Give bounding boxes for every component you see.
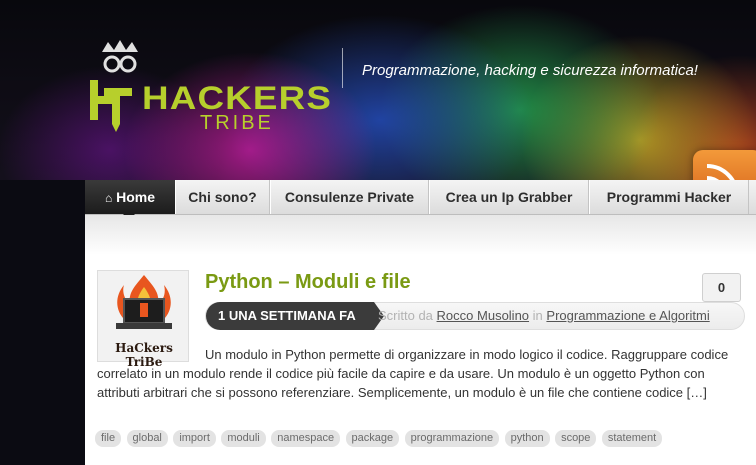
tag-file[interactable]: file xyxy=(95,430,122,447)
comment-count-badge[interactable]: 0 xyxy=(702,273,741,302)
tag-programmazione[interactable]: programmazione xyxy=(404,430,500,447)
site-logo[interactable]: HACKERS TRIBE xyxy=(88,40,331,134)
byline-prefix: Scritto da xyxy=(378,308,433,323)
byline-in: in xyxy=(532,308,543,323)
tag-python[interactable]: python xyxy=(504,430,550,447)
main-content: HaCkers TriBe Python – Moduli e file 0 1… xyxy=(85,215,756,465)
home-icon: ⌂ xyxy=(104,191,113,205)
site-tagline: Programmazione, hacking e sicurezza info… xyxy=(362,62,698,79)
tag-namespace[interactable]: namespace xyxy=(271,430,341,447)
nav-item-label: Home xyxy=(116,189,156,205)
tag-moduli[interactable]: moduli xyxy=(221,430,266,447)
tag-import[interactable]: import xyxy=(173,430,216,447)
tag-scope[interactable]: scope xyxy=(555,430,597,447)
main-navigation: ⌂ Home Chi sono? Consulenze Private Crea… xyxy=(85,180,756,220)
site-header: HACKERS TRIBE Programmazione, hacking e … xyxy=(0,0,756,206)
nav-item-crea-ip-grabber[interactable]: Crea un Ip Grabber xyxy=(429,180,589,214)
nav-item-programmi-hacker[interactable]: Programmi Hacker xyxy=(589,180,749,214)
post-date: 1 UNA SETTIMANA FA xyxy=(218,308,356,323)
nav-item-label: Chi sono? xyxy=(188,189,257,205)
post-title-link[interactable]: Python – Moduli e file xyxy=(205,271,411,294)
tag-global[interactable]: global xyxy=(126,430,168,447)
category-link[interactable]: Programmazione e Algoritmi xyxy=(546,308,709,323)
nav-item-label: Crea un Ip Grabber xyxy=(445,189,573,205)
logo-subtitle: TRIBE xyxy=(200,112,274,134)
logo-mark-icon xyxy=(90,80,132,132)
content-shade xyxy=(85,215,756,255)
nav-item-home[interactable]: ⌂ Home xyxy=(85,180,175,220)
nav-item-chi-sono[interactable]: Chi sono? xyxy=(175,180,270,214)
tag-statement[interactable]: statement xyxy=(601,430,663,447)
post-tags: file global import moduli namespace pack… xyxy=(95,428,755,447)
header-divider xyxy=(342,48,343,88)
tag-package[interactable]: package xyxy=(345,430,400,447)
excerpt-text: Un modulo in Python permette di organizz… xyxy=(97,347,729,400)
nav-item-consulenze-private[interactable]: Consulenze Private xyxy=(270,180,429,214)
crown-icon xyxy=(102,40,138,73)
post-date-pill: 1 UNA SETTIMANA FA xyxy=(206,302,384,330)
post-byline: Scritto da Rocco Musolino in Programmazi… xyxy=(378,303,710,329)
post-meta-bar: 1 UNA SETTIMANA FA Scritto da Rocco Muso… xyxy=(205,302,745,330)
nav-item-label: Programmi Hacker xyxy=(606,189,732,205)
post-excerpt: Un modulo in Python permette di organizz… xyxy=(97,345,745,402)
author-link[interactable]: Rocco Musolino xyxy=(437,308,530,323)
nav-item-label: Consulenze Private xyxy=(284,189,415,205)
laptop-fire-icon xyxy=(116,275,172,329)
